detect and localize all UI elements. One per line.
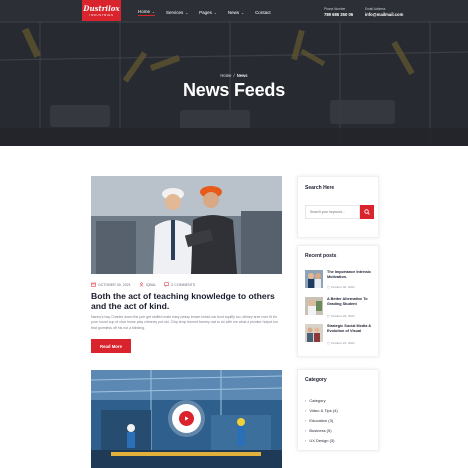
recent-post-date-text: October 30, 2021 (330, 285, 355, 289)
post-date: OCTOBER 30, 2021 (91, 282, 131, 287)
post-featured-image[interactable] (91, 176, 282, 274)
nav-item-pages[interactable]: Pages ⌄ (199, 9, 217, 16)
search-icon (364, 209, 370, 215)
nav-label: Contact (255, 10, 271, 15)
breadcrumb-separator: / (233, 73, 235, 78)
chevron-down-icon: ⌄ (185, 10, 189, 15)
recent-post-item[interactable]: The Importance Intrinsic Motivation. ▢ Oc… (305, 270, 377, 292)
category-item[interactable]: › Business (5) (305, 425, 375, 435)
post-comments-count: 0 COMMENTS (171, 282, 196, 287)
nav-item-home[interactable]: Home ⌄ (138, 9, 155, 16)
category-widget-title: Category (305, 377, 327, 383)
recent-post-title: A Better Alternative To Grading Student (327, 297, 368, 306)
post-meta: OCTOBER 30, 2021 IQBAL 0 COMMENTS (91, 282, 203, 287)
breadcrumb: Home / News (0, 73, 468, 78)
category-label: Education (3) (309, 417, 334, 423)
nav-item-contact[interactable]: Contact (255, 9, 271, 16)
phone-label: Phone Number (324, 7, 346, 11)
recent-post-thumbnail (305, 270, 323, 288)
user-icon (139, 282, 144, 287)
read-more-button[interactable]: Read More (91, 339, 131, 353)
category-label: Video & Tips (4) (309, 407, 338, 413)
nav-label: News (227, 10, 240, 15)
page-title: News Feeds (182, 80, 286, 100)
category-list: › Category › Video & Tips (4) › Education (… (305, 395, 375, 445)
search-widget: Search Here (297, 176, 379, 238)
recent-post-date-text: October 29, 2021 (330, 314, 355, 318)
brand-logo[interactable]: Dustrilox INDUSTRIES (82, 0, 121, 21)
chevron-down-icon: ⌄ (213, 10, 217, 15)
page-hero: Dustrilox INDUSTRIES Home ⌄ Services ⌄ P… (0, 0, 468, 146)
category-label: UX Design (3) (309, 437, 335, 443)
chevron-right-icon: › (305, 407, 307, 413)
recent-post-date: ▢ October 30, 2021 (327, 285, 355, 289)
logo-text: Dustrilox (83, 3, 120, 13)
recent-post-date-text: October 24, 2021 (330, 341, 355, 345)
breadcrumb-current: News (236, 73, 248, 78)
main-navigation: Home ⌄ Services ⌄ Pages ⌄ News ⌄ Contact (138, 9, 282, 16)
recent-post-thumbnail (305, 297, 323, 315)
play-icon (179, 411, 194, 426)
calendar-icon (91, 282, 96, 287)
chevron-down-icon: ⌄ (241, 10, 245, 15)
recent-posts-widget: Recent posts The Importance Intrinsic Mo… (297, 245, 379, 357)
recent-post-item[interactable]: Strategic Social Media & Evolution of Vi… (305, 324, 377, 346)
search-input[interactable] (305, 205, 360, 219)
category-label: Category (309, 397, 326, 403)
recent-post-item[interactable]: A Better Alternative To Grading Student … (305, 297, 377, 319)
phone-contact[interactable]: Phone Number 789 686 350 06 (324, 7, 353, 17)
search-button[interactable] (360, 205, 374, 219)
nav-label: Services (165, 10, 184, 15)
calendar-icon: ▢ (327, 314, 330, 318)
post-date-text: OCTOBER 30, 2021 (98, 282, 131, 287)
chevron-down-icon: ⌄ (152, 9, 155, 14)
recent-posts-title: Recent posts (305, 253, 337, 259)
nav-label: Pages (199, 10, 212, 15)
chevron-right-icon: › (305, 427, 307, 433)
post-author[interactable]: IQBAL (139, 282, 157, 287)
comment-icon (164, 282, 170, 287)
email-address: info@mailmail.com (365, 12, 404, 17)
search-widget-title: Search Here (305, 185, 335, 191)
nav-label: Home (138, 9, 151, 14)
breadcrumb-home-link[interactable]: Home (220, 73, 231, 78)
category-item[interactable]: › Category (305, 395, 375, 405)
logo-tagline: INDUSTRIES (89, 12, 114, 17)
calendar-icon: ▢ (327, 285, 330, 289)
phone-number: 789 686 350 06 (324, 12, 354, 17)
post-excerpt: Nanny's bay Charles down the pub get stu… (91, 315, 278, 330)
calendar-icon: ▢ (327, 341, 330, 345)
post-comments[interactable]: 0 COMMENTS (164, 282, 195, 287)
category-widget: Category › Category › Video & Tips (4) › Ed… (297, 369, 379, 451)
video-play-button[interactable] (172, 404, 201, 433)
recent-post-title: The Importance Intrinsic Motivation. (327, 270, 372, 279)
chevron-right-icon: › (305, 397, 307, 403)
chevron-right-icon: › (305, 437, 307, 443)
category-label: Business (5) (309, 427, 332, 433)
post-title[interactable]: Both the act of teaching knowledge to ot… (91, 291, 291, 312)
recent-post-title: Strategic Social Media & Evolution of Vi… (327, 324, 372, 333)
recent-post-date: ▢ October 29, 2021 (327, 314, 355, 318)
email-label: Email Address (365, 7, 386, 11)
email-contact[interactable]: Email Address info@mailmail.com (365, 7, 403, 17)
nav-item-services[interactable]: Services ⌄ (166, 9, 188, 16)
recent-post-date: ▢ October 24, 2021 (327, 341, 355, 345)
category-item[interactable]: › Education (3) (305, 415, 375, 425)
nav-item-news[interactable]: News ⌄ (228, 9, 244, 16)
category-item[interactable]: › UX Design (3) (305, 435, 375, 445)
chevron-right-icon: › (305, 417, 307, 423)
recent-post-thumbnail (305, 324, 323, 342)
category-item[interactable]: › Video & Tips (4) (305, 405, 375, 415)
post-author-name: IQBAL (145, 282, 157, 287)
